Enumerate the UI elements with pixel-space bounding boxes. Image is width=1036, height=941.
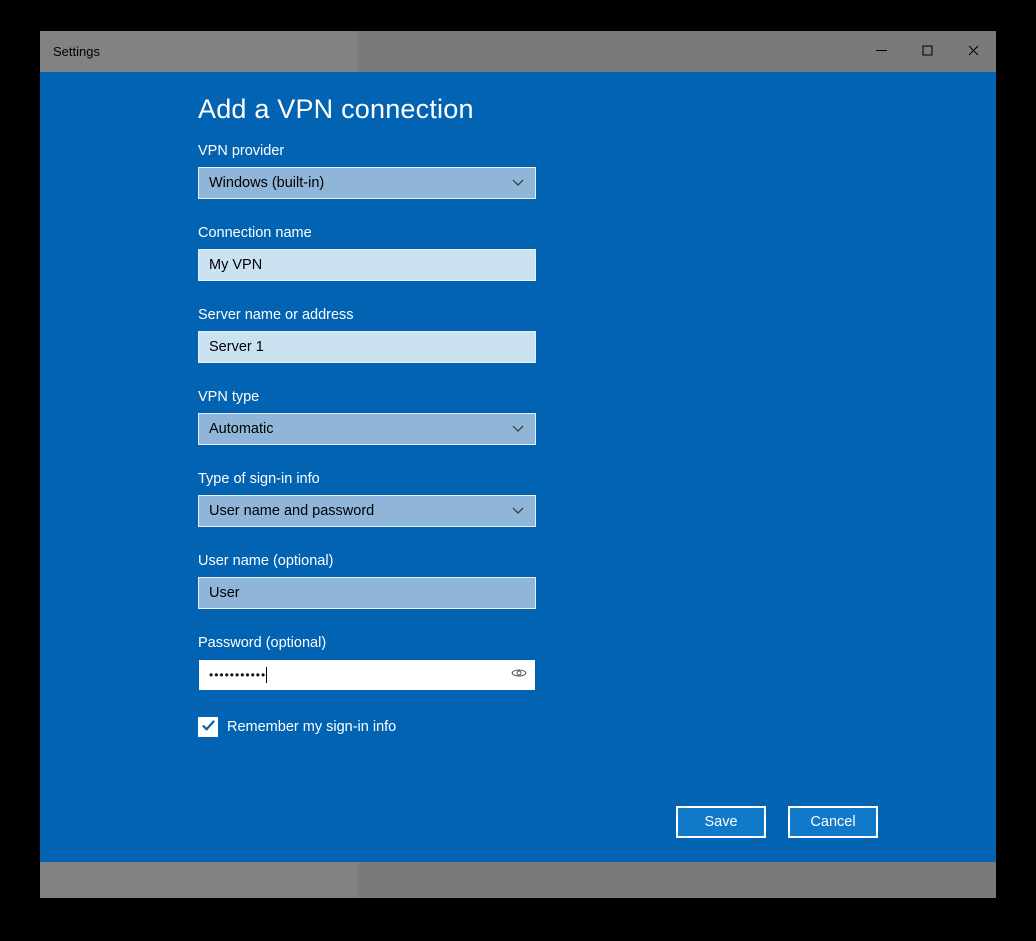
label-signin-type: Type of sign-in info bbox=[198, 471, 878, 487]
select-vpn-provider[interactable]: Windows (built-in) bbox=[198, 167, 536, 199]
maximize-icon bbox=[922, 44, 933, 60]
dialog-buttons: Save Cancel bbox=[676, 806, 878, 838]
remember-signin-row: Remember my sign-in info bbox=[198, 717, 878, 737]
close-icon bbox=[968, 44, 979, 60]
save-button[interactable]: Save bbox=[676, 806, 766, 838]
chevron-down-icon bbox=[511, 422, 525, 436]
input-password-value: ••••••••••• bbox=[209, 668, 266, 682]
input-password[interactable]: ••••••••••• bbox=[198, 659, 536, 691]
select-signin-type[interactable]: User name and password bbox=[198, 495, 536, 527]
cancel-button-label: Cancel bbox=[810, 814, 855, 830]
input-server-address-value: Server 1 bbox=[209, 339, 264, 355]
input-connection-name-value: My VPN bbox=[209, 257, 262, 273]
label-username: User name (optional) bbox=[198, 553, 878, 569]
field-signin-type: Type of sign-in info User name and passw… bbox=[198, 471, 878, 527]
dialog-heading: Add a VPN connection bbox=[198, 94, 878, 125]
input-username[interactable]: User bbox=[198, 577, 536, 609]
field-vpn-type: VPN type Automatic bbox=[198, 389, 878, 445]
label-vpn-provider: VPN provider bbox=[198, 143, 878, 159]
cancel-button[interactable]: Cancel bbox=[788, 806, 878, 838]
maximize-button[interactable] bbox=[904, 31, 950, 72]
input-server-address[interactable]: Server 1 bbox=[198, 331, 536, 363]
select-vpn-type[interactable]: Automatic bbox=[198, 413, 536, 445]
save-button-label: Save bbox=[704, 814, 737, 830]
field-connection-name: Connection name My VPN bbox=[198, 225, 878, 281]
label-connection-name: Connection name bbox=[198, 225, 878, 241]
select-signin-type-value: User name and password bbox=[209, 503, 511, 519]
dialog-body: Add a VPN connection VPN provider Window… bbox=[40, 72, 996, 862]
field-server-address: Server name or address Server 1 bbox=[198, 307, 878, 363]
eye-icon bbox=[511, 665, 527, 685]
remember-signin-label: Remember my sign-in info bbox=[227, 719, 396, 735]
input-username-value: User bbox=[209, 585, 240, 601]
dialog-overlay-shade bbox=[358, 862, 996, 898]
text-caret bbox=[266, 667, 267, 683]
bottombar bbox=[40, 862, 996, 898]
chevron-down-icon bbox=[511, 176, 525, 190]
reveal-password-button[interactable] bbox=[511, 667, 527, 683]
label-vpn-type: VPN type bbox=[198, 389, 878, 405]
label-password: Password (optional) bbox=[198, 635, 878, 651]
minimize-icon bbox=[876, 44, 887, 60]
checkmark-icon bbox=[201, 718, 216, 737]
field-password: Password (optional) ••••••••••• bbox=[198, 635, 878, 691]
minimize-button[interactable] bbox=[858, 31, 904, 72]
settings-window: Settings Add a VPN connection VPN provid… bbox=[40, 31, 996, 898]
field-username: User name (optional) User bbox=[198, 553, 878, 609]
titlebar: Settings bbox=[40, 31, 996, 72]
chevron-down-icon bbox=[511, 504, 525, 518]
label-server-address: Server name or address bbox=[198, 307, 878, 323]
select-vpn-provider-value: Windows (built-in) bbox=[209, 175, 511, 191]
remember-signin-checkbox[interactable] bbox=[198, 717, 218, 737]
window-title: Settings bbox=[40, 44, 100, 59]
input-connection-name[interactable]: My VPN bbox=[198, 249, 536, 281]
field-vpn-provider: VPN provider Windows (built-in) bbox=[198, 143, 878, 199]
select-vpn-type-value: Automatic bbox=[209, 421, 511, 437]
form: Add a VPN connection VPN provider Window… bbox=[198, 94, 878, 737]
close-button[interactable] bbox=[950, 31, 996, 72]
